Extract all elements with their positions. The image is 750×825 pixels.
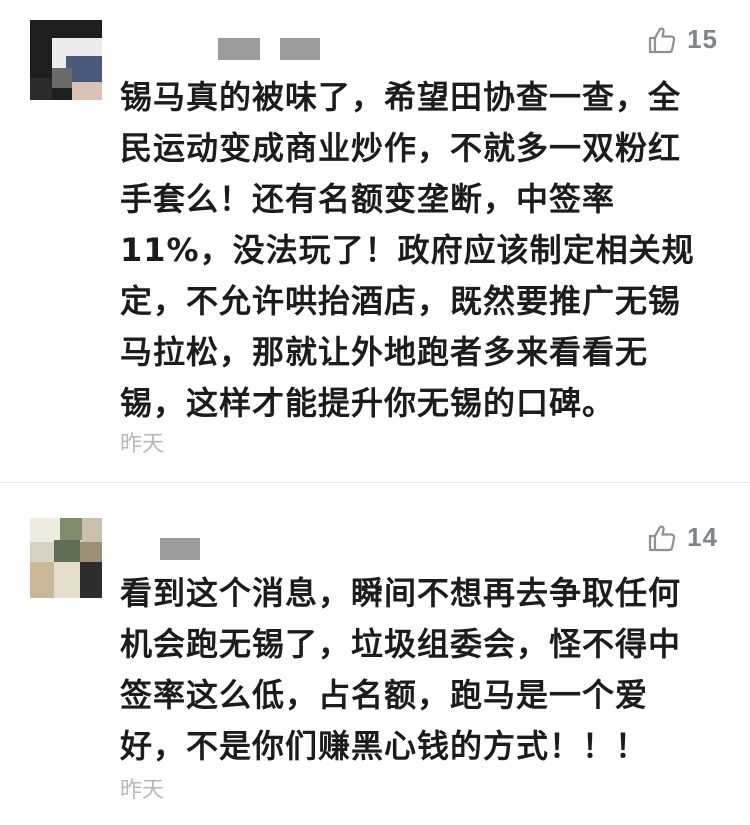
like-button[interactable]: 14 xyxy=(647,522,718,553)
comment-item: 15 锡马真的被味了，希望田协查一查，全 民运动变成商业炒作，不就多一双粉红 手… xyxy=(0,0,750,480)
thumbs-up-icon xyxy=(647,523,677,553)
thumbs-up-icon xyxy=(647,25,677,55)
like-button[interactable]: 15 xyxy=(647,24,718,55)
comment-text: 锡马真的被味了，希望田协查一查，全 民运动变成商业炒作，不就多一双粉红 手套么！… xyxy=(120,78,695,422)
comment-time: 昨天 xyxy=(120,432,165,457)
comment-text: 看到这个消息，瞬间不想再去争取任何 机会跑无锡了，垃圾组委会，怪不得中 签率这么… xyxy=(120,574,682,765)
divider xyxy=(0,482,750,483)
comment-item: 14 看到这个消息，瞬间不想再去争取任何 机会跑无锡了，垃圾组委会，怪不得中 签… xyxy=(0,500,750,825)
comment-time: 昨天 xyxy=(120,778,165,803)
like-count: 14 xyxy=(687,522,718,552)
username[interactable] xyxy=(160,538,200,560)
avatar[interactable] xyxy=(30,518,102,598)
username[interactable] xyxy=(218,38,320,60)
like-count: 15 xyxy=(687,24,718,54)
avatar[interactable] xyxy=(30,20,102,100)
